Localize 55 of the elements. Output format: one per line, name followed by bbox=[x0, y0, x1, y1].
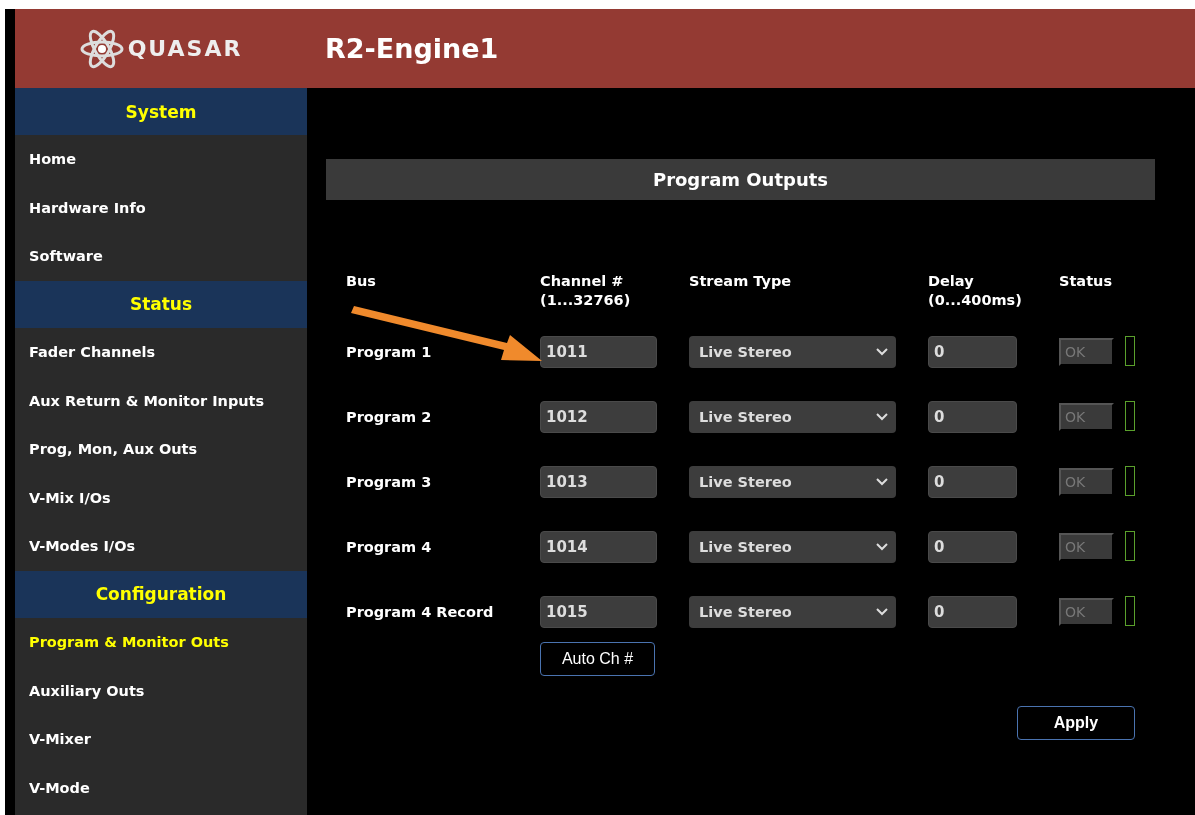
column-header: Bus bbox=[346, 273, 376, 289]
section-heading: Configuration bbox=[15, 570, 307, 618]
nav-link[interactable]: V-Modes I/Os bbox=[15, 522, 307, 571]
status-indicator bbox=[1125, 466, 1135, 496]
status-indicator bbox=[1125, 336, 1135, 366]
bus-name: Program 4 Record bbox=[346, 604, 494, 620]
section-heading: Status bbox=[15, 280, 307, 328]
section-heading: System bbox=[15, 88, 307, 135]
channel-input[interactable]: 1015 bbox=[540, 596, 657, 628]
bus-name: Program 1 bbox=[346, 344, 432, 360]
chevron-icon bbox=[876, 543, 888, 551]
stream-type-select[interactable]: Live Stereo bbox=[689, 401, 896, 433]
auto-channel-button[interactable]: Auto Ch # bbox=[540, 642, 655, 676]
delay-input[interactable]: 0 bbox=[928, 336, 1017, 368]
stream-type-select[interactable]: Live Stereo bbox=[689, 466, 896, 498]
column-header: Stream Type bbox=[689, 273, 792, 289]
status-indicator bbox=[1125, 531, 1135, 561]
chevron-icon bbox=[876, 478, 888, 486]
status-indicator bbox=[1125, 596, 1135, 626]
chevron-icon bbox=[876, 608, 888, 616]
status-indicator bbox=[1125, 401, 1135, 431]
nav-link[interactable]: Auxiliary Outs bbox=[15, 666, 307, 715]
delay-input[interactable]: 0 bbox=[928, 466, 1017, 498]
channel-input[interactable]: 1012 bbox=[540, 401, 657, 433]
nav-link[interactable]: V-Mode bbox=[15, 763, 307, 813]
logo-text: QUASAR bbox=[127, 36, 243, 61]
channel-input[interactable]: 1011 bbox=[540, 336, 657, 368]
delay-input[interactable]: 0 bbox=[928, 401, 1017, 433]
stream-type-select[interactable]: Live Stereo bbox=[689, 596, 896, 628]
nav-link[interactable]: Prog, Mon, Aux Outs bbox=[15, 424, 307, 474]
apply-button[interactable]: Apply bbox=[1017, 706, 1135, 740]
nav-link[interactable]: Software bbox=[15, 232, 307, 281]
channel-input[interactable]: 1013 bbox=[540, 466, 657, 498]
column-header: Status bbox=[1059, 273, 1113, 289]
device-title: R2-Engine1 bbox=[325, 33, 499, 64]
nav-link[interactable]: Home bbox=[15, 135, 307, 184]
nav-link[interactable]: Hardware Info bbox=[15, 183, 307, 233]
nav-link[interactable]: V-Mixer bbox=[15, 714, 307, 764]
nav-link[interactable]: Program & Monitor Outs bbox=[15, 617, 307, 667]
delay-input[interactable]: 0 bbox=[928, 531, 1017, 563]
nav-link[interactable]: Aux Return & Monitor Inputs bbox=[15, 376, 307, 425]
stream-type-select[interactable]: Live Stereo bbox=[689, 531, 896, 563]
channel-input[interactable]: 1014 bbox=[540, 531, 657, 563]
chevron-icon bbox=[876, 348, 888, 356]
column-header: Delay (0...400ms) bbox=[928, 273, 1022, 308]
bus-name: Program 4 bbox=[346, 539, 432, 555]
panel-title: Program Outputs bbox=[326, 159, 1155, 200]
stream-type-select[interactable]: Live Stereo bbox=[689, 336, 896, 368]
nav-link[interactable]: Fader Channels bbox=[15, 327, 307, 377]
nav-link[interactable]: V-Mix I/Os bbox=[15, 473, 307, 523]
bus-name: Program 3 bbox=[346, 474, 432, 490]
column-header: Channel # (1...32766) bbox=[540, 273, 631, 308]
delay-input[interactable]: 0 bbox=[928, 596, 1017, 628]
chevron-icon bbox=[876, 413, 888, 421]
bus-name: Program 2 bbox=[346, 409, 432, 425]
